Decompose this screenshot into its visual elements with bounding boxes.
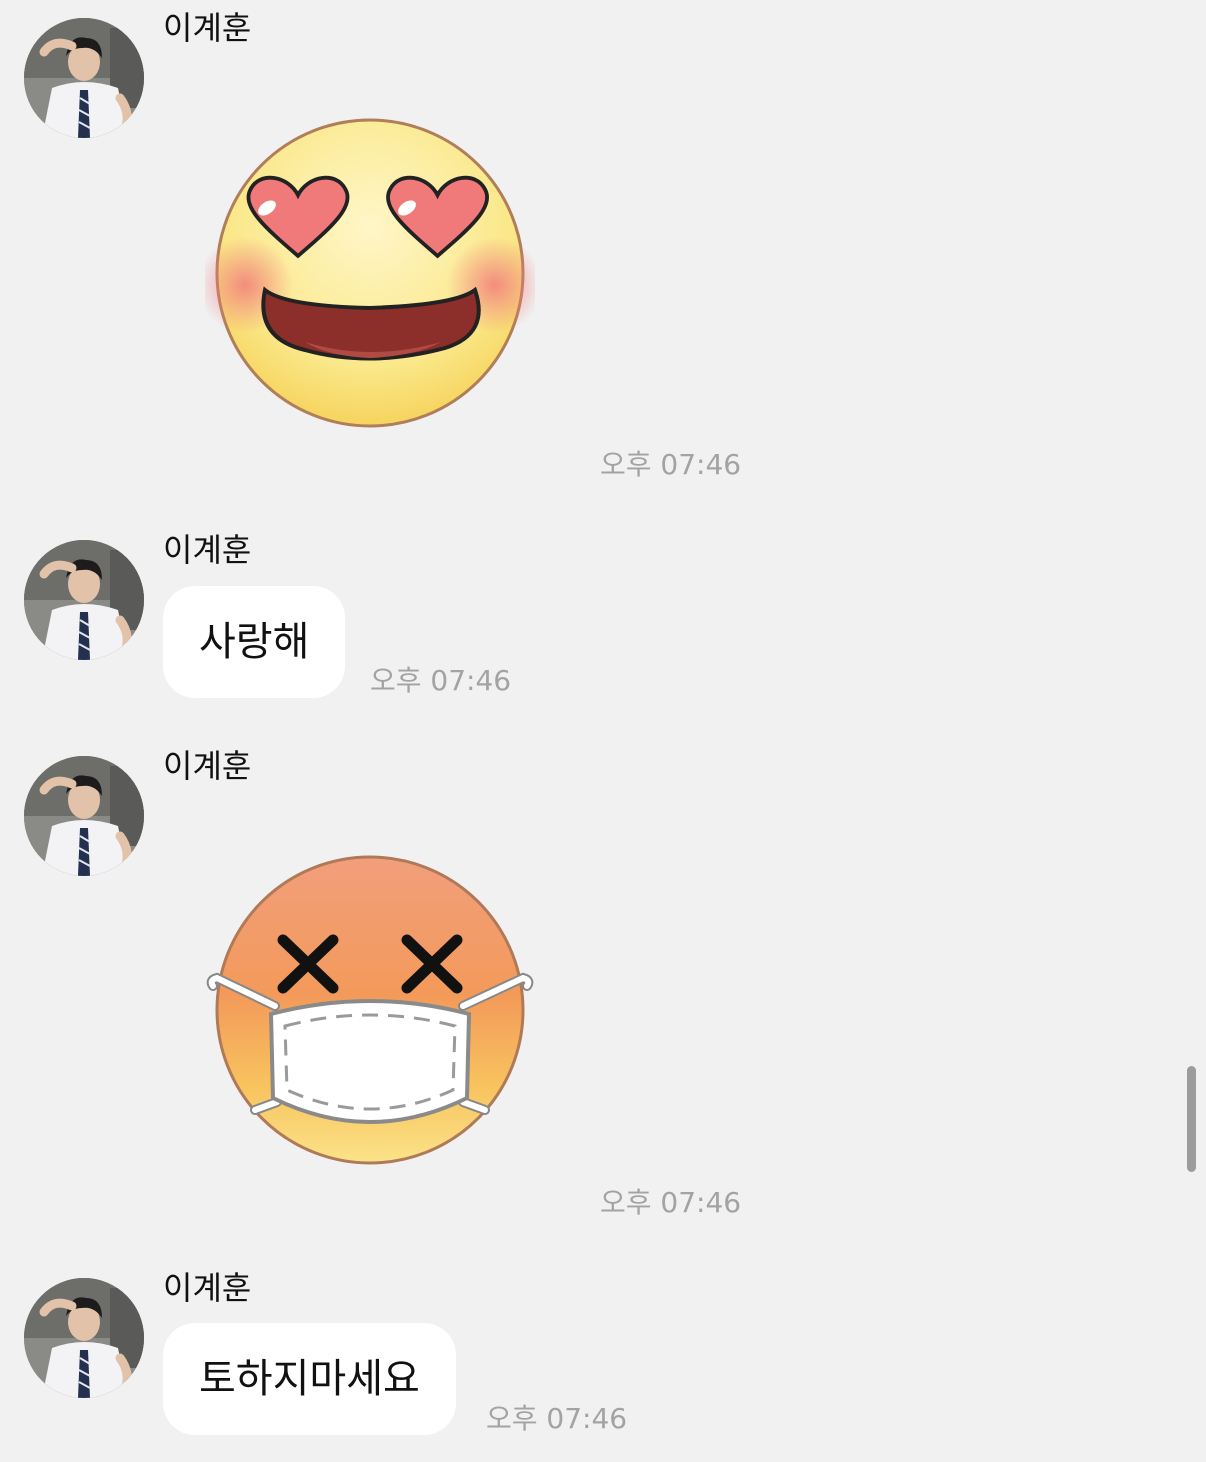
avatar[interactable]	[24, 756, 144, 876]
avatar[interactable]	[24, 1278, 144, 1398]
message-time: 오후 07:46	[486, 1402, 628, 1435]
message-time: 오후 07:46	[600, 448, 742, 481]
message-time: 오후 07:46	[370, 664, 512, 697]
sender-name: 이계훈	[163, 1269, 252, 1307]
sender-name: 이계훈	[163, 747, 252, 785]
sender-name: 이계훈	[163, 531, 252, 569]
message-bubble[interactable]: 토하지마세요	[163, 1323, 456, 1435]
avatar[interactable]	[24, 18, 144, 138]
sender-name: 이계훈	[163, 9, 252, 47]
dizzy-mask-face-icon[interactable]	[205, 848, 535, 1182]
scrollbar-thumb[interactable]	[1187, 1066, 1196, 1172]
avatar[interactable]	[24, 540, 144, 660]
message-time: 오후 07:46	[600, 1186, 742, 1219]
heart-eyes-smile-icon[interactable]	[197, 110, 543, 444]
message-bubble[interactable]: 사랑해	[163, 586, 346, 698]
